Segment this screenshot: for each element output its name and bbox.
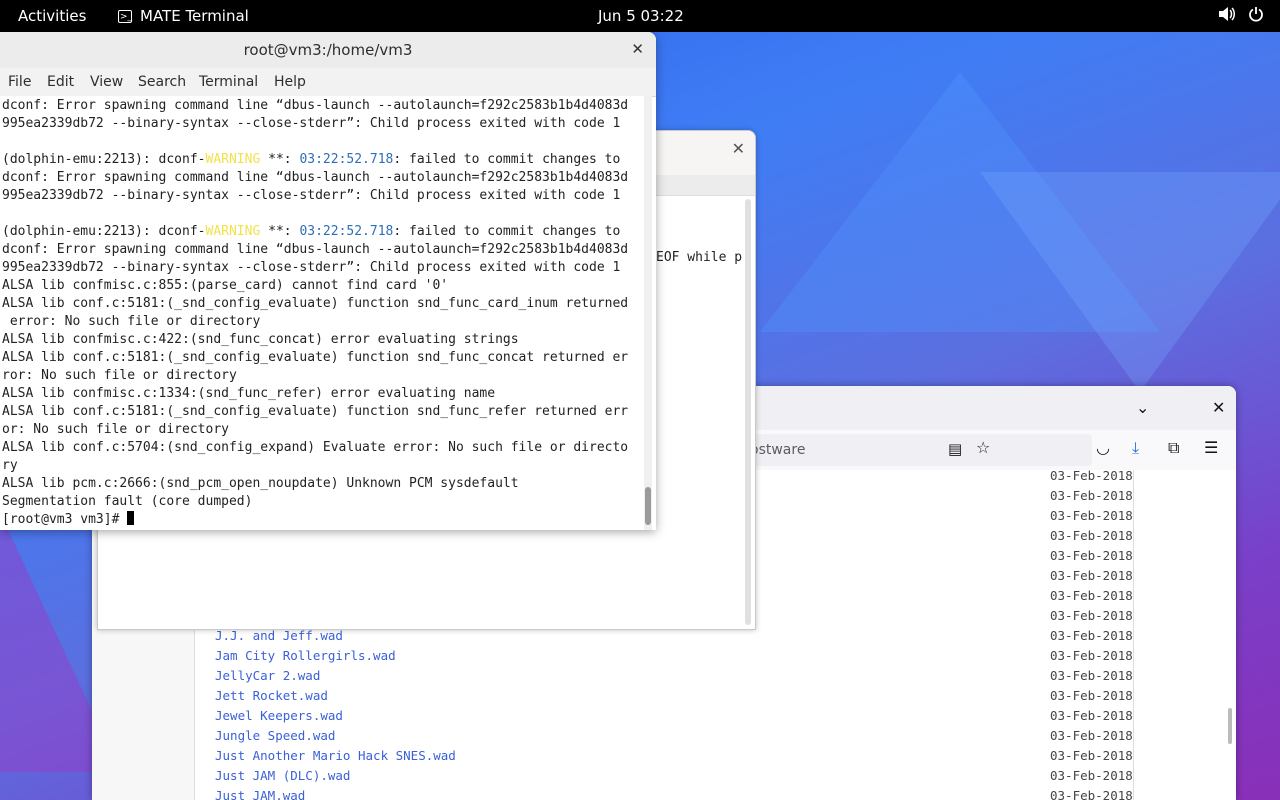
log-message: : failed to commit changes to — [393, 224, 621, 239]
terminal-line: (dolphin-emu:2213): dconf-WARNING **: 03… — [2, 151, 620, 169]
clock[interactable]: Jun 5 03:22 — [598, 7, 684, 25]
log-separator: **: — [260, 224, 300, 239]
shell-prompt: [root@vm3 vm3]# — [2, 512, 128, 527]
terminal-line: dconf: Error spawning command line “dbus… — [2, 98, 629, 113]
terminal-line: ALSA lib confmisc.c:855:(parse_card) can… — [2, 278, 449, 293]
terminal-line: ALSA lib confmisc.c:1334:(snd_func_refer… — [2, 386, 496, 401]
shell-prompt-line[interactable]: [root@vm3 vm3]# — [2, 511, 135, 529]
file-date: 03-Feb-2018 — [1050, 668, 1133, 683]
log-message: : failed to commit changes to — [393, 152, 621, 167]
terminal-line: ALSA lib pcm.c:2666:(snd_pcm_open_noupda… — [2, 476, 519, 491]
volume-icon — [1219, 7, 1235, 21]
dialog-scrollbar[interactable] — [745, 199, 751, 625]
file-date: 03-Feb-2018 — [1050, 708, 1133, 723]
close-icon[interactable]: ✕ — [732, 139, 745, 158]
dialog-text: EOF while p — [656, 250, 743, 265]
file-link[interactable]: Just JAM (DLC).wad — [215, 768, 350, 783]
file-link[interactable]: JellyCar 2.wad — [215, 668, 320, 683]
window-title: root@vm3:/home/vm3 — [243, 41, 413, 59]
file-date: 03-Feb-2018 — [1050, 548, 1133, 563]
file-date: 03-Feb-2018 — [1050, 768, 1133, 783]
top-bar: Activities >_ MATE Terminal Jun 5 03:22 — [0, 0, 1280, 32]
extensions-icon[interactable]: ⧉ — [1168, 438, 1179, 458]
terminal-line: 995ea2339db72 --binary-syntax --close-st… — [2, 188, 621, 203]
file-link[interactable]: Just Another Mario Hack SNES.wad — [215, 748, 456, 763]
system-menu[interactable] — [1218, 6, 1264, 22]
log-separator: **: — [260, 152, 300, 167]
terminal-menubar: File Edit View Search Terminal Help — [0, 68, 656, 97]
file-date: 03-Feb-2018 — [1050, 588, 1133, 603]
download-icon[interactable]: ⤓ — [1132, 438, 1139, 458]
file-date: 03-Feb-2018 — [1050, 468, 1133, 483]
file-date: 03-Feb-2018 — [1050, 488, 1133, 503]
file-link[interactable]: Jungle Speed.wad — [215, 728, 335, 743]
terminal-line: 995ea2339db72 --binary-syntax --close-st… — [2, 260, 621, 275]
terminal-line: dconf: Error spawning command line “dbus… — [2, 242, 629, 257]
terminal-icon: >_ — [118, 9, 133, 23]
terminal-line: ry — [2, 458, 18, 473]
close-icon[interactable]: ✕ — [631, 40, 644, 58]
file-date: 03-Feb-2018 — [1050, 688, 1133, 703]
terminal-line: or: No such file or directory — [2, 422, 229, 437]
file-date: 03-Feb-2018 — [1050, 508, 1133, 523]
file-date: 03-Feb-2018 — [1050, 608, 1133, 623]
page-scrollbar[interactable] — [1228, 708, 1232, 744]
menu-edit[interactable]: Edit — [47, 74, 74, 90]
terminal-titlebar[interactable]: root@vm3:/home/vm3 ✕ — [0, 32, 656, 69]
app-name: MATE Terminal — [140, 7, 249, 25]
terminal-line: ror: No such file or directory — [2, 368, 237, 383]
file-date: 03-Feb-2018 — [1050, 528, 1133, 543]
menu-terminal[interactable]: Terminal — [199, 74, 258, 90]
terminal-scroll-thumb[interactable] — [645, 487, 651, 525]
url-text: ostware — [750, 442, 806, 458]
file-date: 03-Feb-2018 — [1050, 568, 1133, 583]
list-tabs-chevron-icon[interactable]: ⌄ — [1136, 398, 1149, 417]
page-right-margin — [1133, 470, 1236, 800]
menu-help[interactable]: Help — [274, 74, 306, 90]
menu-icon[interactable]: ☰ — [1204, 438, 1218, 457]
log-prefix: (dolphin-emu:2213): dconf- — [2, 152, 206, 167]
file-date: 03-Feb-2018 — [1050, 788, 1133, 800]
menu-view[interactable]: View — [90, 74, 123, 90]
log-timestamp: 03:22:52.718 — [299, 152, 394, 167]
file-date: 03-Feb-2018 — [1050, 728, 1133, 743]
warning-label: WARNING — [205, 152, 261, 167]
reader-view-icon[interactable]: ▤ — [948, 440, 962, 458]
app-menu[interactable]: >_ MATE Terminal — [118, 7, 249, 25]
activities-button[interactable]: Activities — [18, 7, 86, 25]
file-link[interactable]: J.J. and Jeff.wad — [215, 628, 343, 643]
terminal-line: 995ea2339db72 --binary-syntax --close-st… — [2, 116, 621, 131]
terminal-scrollbar[interactable] — [644, 96, 652, 530]
bookmark-star-icon[interactable]: ☆ — [976, 438, 990, 457]
menu-file[interactable]: File — [8, 74, 31, 90]
terminal-line: dconf: Error spawning command line “dbus… — [2, 170, 629, 185]
file-link[interactable]: Jewel Keepers.wad — [215, 708, 343, 723]
menu-search[interactable]: Search — [138, 74, 186, 90]
file-date: 03-Feb-2018 — [1050, 748, 1133, 763]
file-link[interactable]: Jett Rocket.wad — [215, 688, 328, 703]
terminal-line: (dolphin-emu:2213): dconf-WARNING **: 03… — [2, 223, 620, 241]
close-icon[interactable]: ✕ — [1212, 398, 1225, 417]
pocket-icon[interactable]: ◡ — [1096, 438, 1110, 457]
terminal-line: ALSA lib conf.c:5704:(snd_config_expand)… — [2, 440, 629, 455]
terminal-line: ALSA lib conf.c:5181:(_snd_config_evalua… — [2, 296, 629, 311]
terminal-line: ALSA lib confmisc.c:422:(snd_func_concat… — [2, 332, 519, 347]
file-link[interactable]: Jam City Rollergirls.wad — [215, 648, 396, 663]
terminal-line: Segmentation fault (core dumped) — [2, 494, 253, 509]
terminal-line: error: No such file or directory — [2, 314, 261, 329]
terminal-line: ALSA lib conf.c:5181:(_snd_config_evalua… — [2, 404, 629, 419]
log-timestamp: 03:22:52.718 — [299, 224, 394, 239]
warning-label: WARNING — [205, 224, 261, 239]
terminal-line: ALSA lib conf.c:5181:(_snd_config_evalua… — [2, 350, 629, 365]
text-cursor — [127, 511, 135, 525]
log-prefix: (dolphin-emu:2213): dconf- — [2, 224, 206, 239]
terminal-output[interactable]: dconf: Error spawning command line “dbus… — [0, 96, 644, 530]
power-icon — [1249, 7, 1263, 22]
file-link[interactable]: Just JAM.wad — [215, 788, 305, 800]
terminal-window[interactable]: root@vm3:/home/vm3 ✕ File Edit View Sear… — [0, 32, 656, 530]
file-date: 03-Feb-2018 — [1050, 628, 1133, 643]
file-date: 03-Feb-2018 — [1050, 648, 1133, 663]
